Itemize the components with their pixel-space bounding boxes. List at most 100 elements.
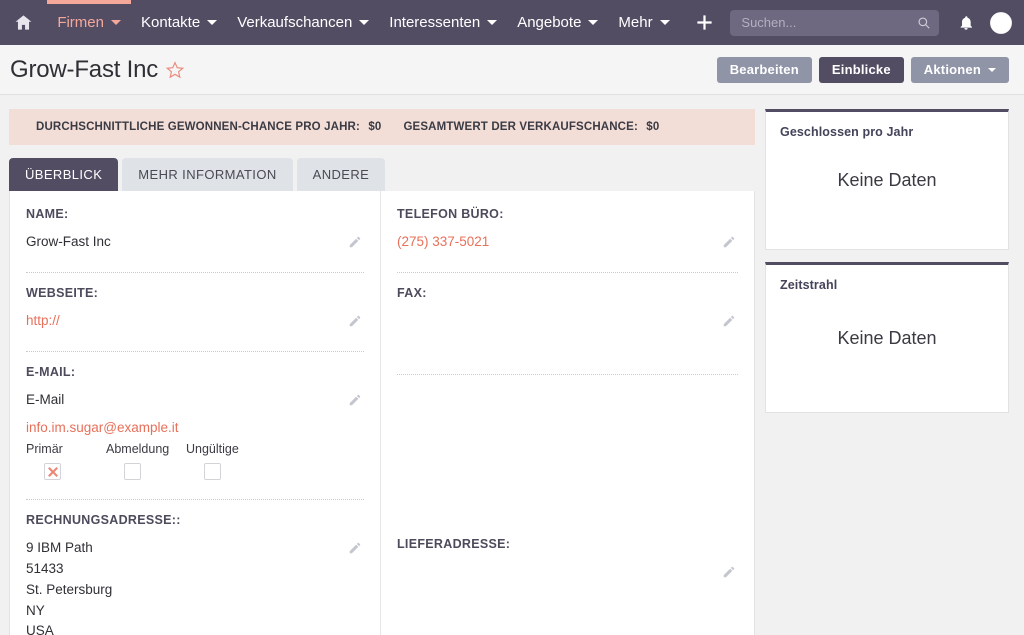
search-box[interactable] (730, 10, 939, 36)
pencil-icon[interactable] (348, 541, 362, 555)
pencil-icon[interactable] (348, 235, 362, 249)
nav-item-label: Angebote (517, 14, 581, 31)
kpi-label: GESAMTWERT DER VERKAUFSCHANCE: (403, 121, 638, 133)
primar-checkbox[interactable] (44, 463, 61, 480)
address-line: USA (26, 621, 364, 635)
field-divider (26, 351, 364, 352)
dashlet-title: Zeitstrahl (780, 278, 994, 292)
edit-button-label: Bearbeiten (730, 62, 799, 77)
field-billing-address: RECHNUNGSADRESSE:: 9 IBM Path 51433 St. … (26, 513, 364, 635)
search-icon[interactable] (917, 16, 931, 30)
nav-item-mehr[interactable]: Mehr (608, 0, 679, 45)
pencil-icon[interactable] (722, 565, 736, 579)
tab-mehr-information[interactable]: MEHR INFORMATION (122, 158, 292, 191)
star-outline-icon[interactable] (165, 60, 185, 80)
field-label: RECHNUNGSADRESSE:: (26, 513, 364, 527)
dashlet-timeline: Zeitstrahl Keine Daten (765, 262, 1009, 413)
user-avatar-icon[interactable] (985, 0, 1018, 45)
ungultige-checkbox[interactable] (204, 463, 221, 480)
field-value[interactable] (397, 562, 738, 581)
bell-icon[interactable] (949, 0, 982, 45)
search-input[interactable] (741, 15, 917, 30)
field-fax: FAX: (397, 286, 738, 364)
nav-item-kontakte[interactable]: Kontakte (131, 0, 227, 45)
sidebar-dashlets: Geschlossen pro Jahr Keine Daten Zeitstr… (765, 109, 1009, 425)
nav-item-label: Kontakte (141, 14, 200, 31)
field-value[interactable]: Grow-Fast Inc (26, 232, 364, 253)
field-website: WEBSEITE: http:// (26, 286, 364, 341)
address-line: NY (26, 601, 364, 622)
kpi-total-opportunity-value: GESAMTWERT DER VERKAUFSCHANCE: $0 (403, 121, 659, 133)
kpi-value: $0 (646, 121, 659, 133)
nav-item-firmen[interactable]: Firmen (47, 0, 131, 45)
field-office-phone: TELEFON BÜRO: (275) 337-5021 (397, 207, 738, 262)
field-value[interactable]: http:// (26, 311, 364, 332)
tab-uberblick[interactable]: ÜBERBLICK (9, 158, 118, 191)
pencil-icon[interactable] (348, 314, 362, 328)
address-line: St. Petersburg (26, 580, 364, 601)
field-label: NAME: (26, 207, 364, 221)
nav-item-label: Interessenten (389, 14, 480, 31)
page-title: Grow-Fast Inc (10, 56, 158, 84)
nav-item-label: Mehr (618, 14, 652, 31)
field-shipping-address: LIEFERADRESSE: (397, 537, 738, 590)
chevron-down-icon (588, 20, 598, 25)
email-flag-ungultige: Ungültige (186, 442, 266, 480)
email-flag-abmeldung: Abmeldung (106, 442, 186, 480)
chevron-down-icon (988, 68, 996, 72)
field-divider (26, 499, 364, 500)
field-value[interactable]: E-Mail (26, 390, 364, 411)
email-flag-primar: Primär (26, 442, 106, 480)
field-divider (26, 272, 364, 273)
insights-button[interactable]: Einblicke (819, 57, 904, 83)
kpi-label: DURCHSCHNITTLICHE GEWONNEN-CHANCE PRO JA… (36, 121, 360, 133)
field-label: WEBSEITE: (26, 286, 364, 300)
dashlet-empty-state: Keine Daten (780, 292, 994, 398)
checkbox-label: Primär (26, 442, 106, 456)
plus-icon[interactable] (686, 0, 723, 45)
actions-button-label: Aktionen (924, 62, 981, 77)
kpi-avg-won-per-year: DURCHSCHNITTLICHE GEWONNEN-CHANCE PRO JA… (36, 121, 381, 133)
field-value[interactable]: (275) 337-5021 (397, 232, 738, 253)
email-address[interactable]: info.im.sugar@example.it (26, 420, 364, 435)
record-detail-panel: NAME: Grow-Fast Inc WEBSEITE: http:// (9, 191, 755, 635)
nav-item-angebote[interactable]: Angebote (507, 0, 608, 45)
nav-item-label: Firmen (57, 14, 104, 31)
checkbox-label: Abmeldung (106, 442, 186, 456)
dashlet-closed-won-by-year: Geschlossen pro Jahr Keine Daten (765, 109, 1009, 250)
pencil-icon[interactable] (722, 314, 736, 328)
top-navigation-bar: Firmen Kontakte Verkaufschancen Interess… (0, 0, 1024, 45)
kpi-value: $0 (368, 121, 381, 133)
edit-button[interactable]: Bearbeiten (717, 57, 812, 83)
field-divider (397, 272, 738, 273)
chevron-down-icon (207, 20, 217, 25)
chevron-down-icon (111, 20, 121, 25)
pencil-icon[interactable] (348, 393, 362, 407)
pencil-icon[interactable] (722, 235, 736, 249)
field-value[interactable]: 9 IBM Path 51433 St. Petersburg NY USA (26, 538, 364, 635)
dashlet-title: Geschlossen pro Jahr (780, 125, 994, 139)
chevron-down-icon (660, 20, 670, 25)
abmeldung-checkbox[interactable] (124, 463, 141, 480)
home-icon[interactable] (0, 0, 47, 45)
nav-item-label: Verkaufschancen (237, 14, 352, 31)
nav-item-verkaufschancen[interactable]: Verkaufschancen (227, 0, 379, 45)
insights-button-label: Einblicke (832, 62, 891, 77)
chevron-down-icon (359, 20, 369, 25)
nav-item-interessenten[interactable]: Interessenten (379, 0, 507, 45)
field-value[interactable] (397, 311, 738, 330)
record-actions: Bearbeiten Einblicke Aktionen (717, 57, 1009, 83)
address-line: 51433 (26, 559, 364, 580)
tab-andere[interactable]: ANDERE (297, 158, 386, 191)
form-column-right: TELEFON BÜRO: (275) 337-5021 FAX: (381, 191, 754, 635)
email-details: info.im.sugar@example.it Primär Abmeldun… (26, 420, 364, 480)
actions-dropdown-button[interactable]: Aktionen (911, 57, 1009, 83)
record-tabs: ÜBERBLICK MEHR INFORMATION ANDERE (9, 158, 755, 191)
email-flag-row: Primär Abmeldung Ungültige (26, 442, 364, 480)
dashlet-empty-state: Keine Daten (780, 139, 994, 235)
field-name: NAME: Grow-Fast Inc (26, 207, 364, 262)
field-label: LIEFERADRESSE: (397, 537, 738, 551)
field-email: E-MAIL: E-Mail info.im.sugar@example.it … (26, 365, 364, 489)
page-body: DURCHSCHNITTLICHE GEWONNEN-CHANCE PRO JA… (0, 95, 1024, 635)
kpi-banner: DURCHSCHNITTLICHE GEWONNEN-CHANCE PRO JA… (9, 109, 755, 145)
